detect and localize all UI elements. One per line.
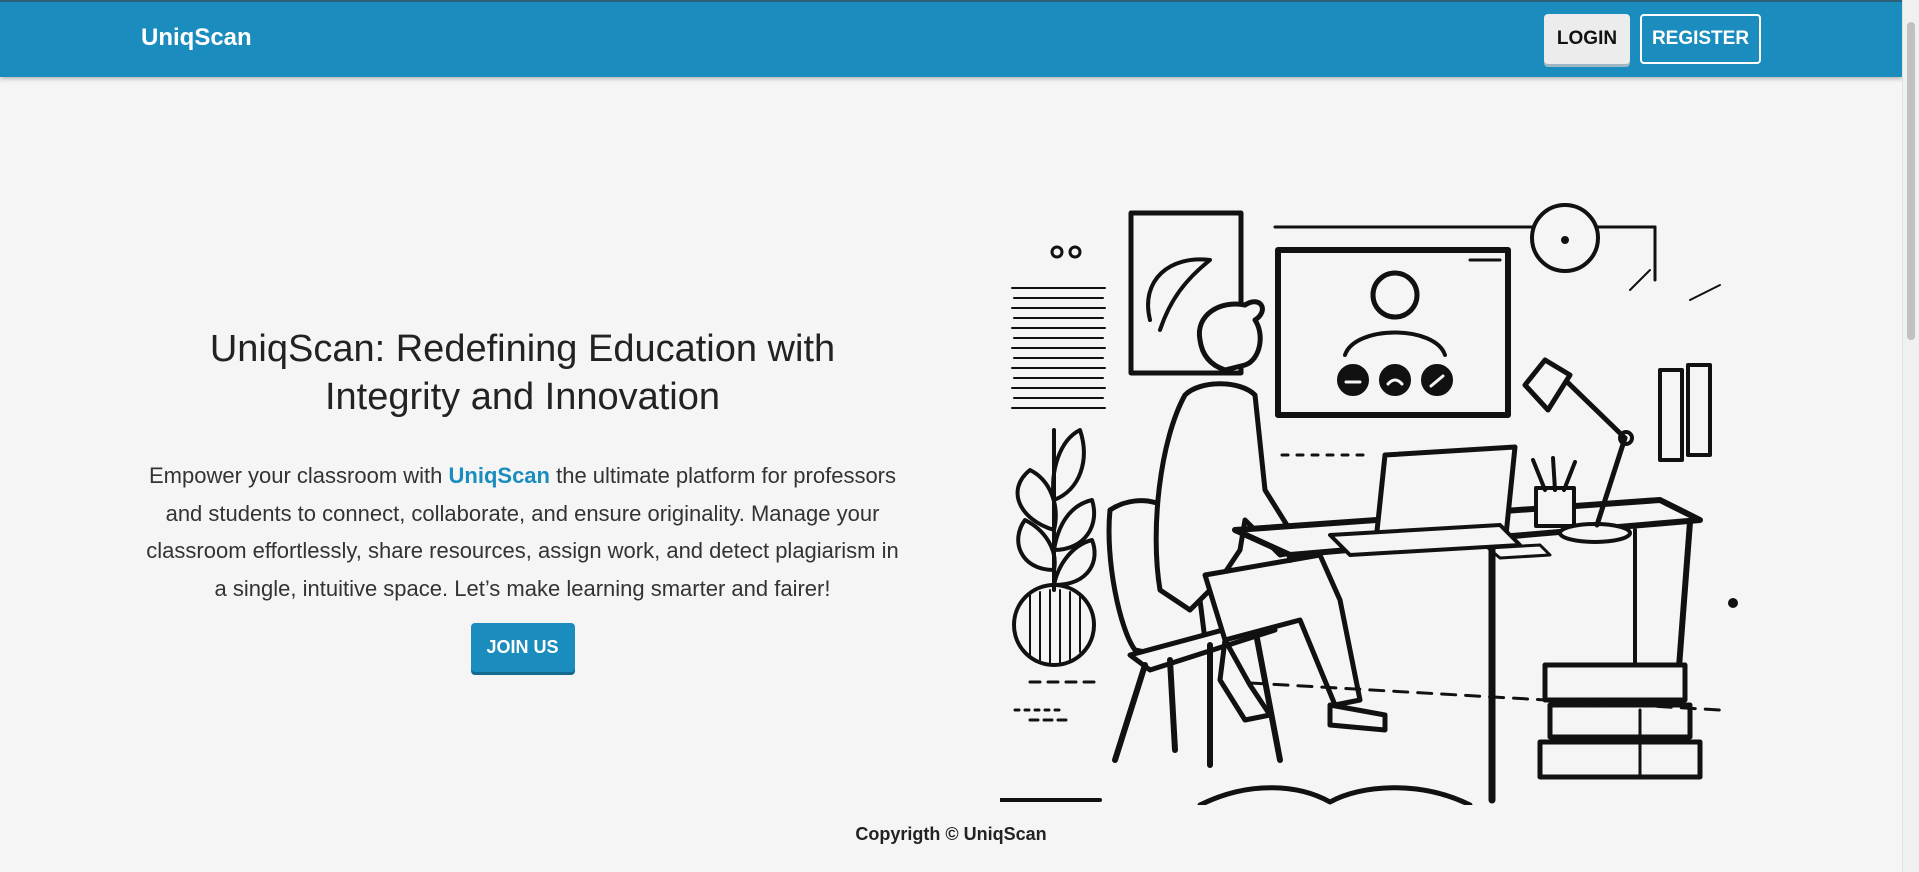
top-navbar: UniqScan LOGIN REGISTER bbox=[0, 0, 1902, 77]
hero-description: Empower your classroom with UniqScan the… bbox=[140, 457, 905, 607]
footer-copyright: Copyrigth © UniqScan bbox=[855, 824, 1047, 844]
brand-logo[interactable]: UniqScan bbox=[141, 24, 252, 52]
student-at-desk-illustration bbox=[1000, 203, 1738, 805]
hero-brand-highlight: UniqScan bbox=[448, 463, 550, 488]
vertical-scrollbar[interactable] bbox=[1902, 0, 1919, 872]
register-button[interactable]: REGISTER bbox=[1640, 14, 1761, 64]
join-us-button[interactable]: JOIN US bbox=[470, 623, 575, 672]
login-button[interactable]: LOGIN bbox=[1544, 14, 1630, 64]
hero-section: UniqScan: Redefining Education with Inte… bbox=[140, 325, 905, 672]
hero-title: UniqScan: Redefining Education with Inte… bbox=[209, 328, 836, 418]
hero-text-before: Empower your classroom with bbox=[148, 463, 449, 488]
scrollbar-thumb[interactable] bbox=[1907, 22, 1915, 340]
